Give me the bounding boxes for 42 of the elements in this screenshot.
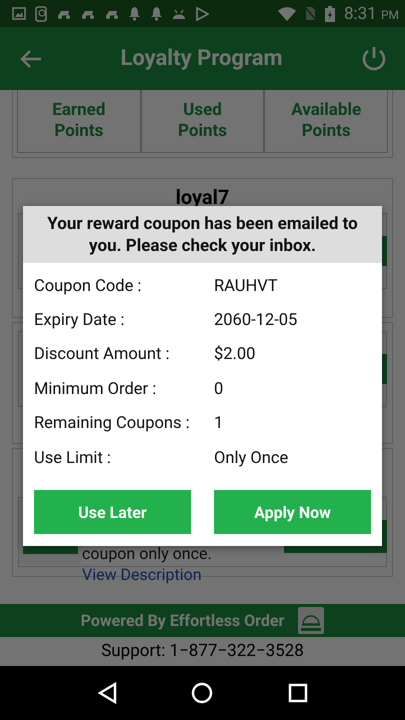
recents-icon[interactable] <box>288 683 308 703</box>
scooter-icon <box>80 8 95 19</box>
phone-icon <box>35 6 47 22</box>
view-description-link[interactable]: View Description <box>82 565 212 584</box>
dialog-message: Your reward coupon has been emailed to you. Please check your inbox. <box>23 206 382 263</box>
coupon-title: loyal7 <box>174 184 230 209</box>
back-icon[interactable] <box>97 682 118 704</box>
screen-title: Loyalty Program <box>119 46 284 71</box>
clock: 8:31 PM <box>344 4 399 24</box>
detail-label: Remaining Coupons : <box>34 414 191 434</box>
detail-value: Only Once <box>214 448 288 468</box>
dialog-button[interactable]: Apply Now <box>214 490 371 534</box>
dialog-button[interactable]: Use Later <box>34 490 191 534</box>
detail-value: 2060-12-05 <box>214 311 298 330</box>
scooter-icon <box>56 8 71 19</box>
detail-value: RAUHVT <box>214 276 278 296</box>
back-arrow-icon[interactable] <box>20 50 42 68</box>
coupon-description: coupon only once. <box>82 544 212 563</box>
detail-value: 1 <box>214 414 224 434</box>
detail-value: 0 <box>214 380 224 399</box>
powered-by-text: Powered By Effortless Order <box>80 611 284 630</box>
android-icon <box>172 8 186 20</box>
detail-value: $2.00 <box>214 345 256 364</box>
cloche-icon <box>298 607 324 634</box>
detail-label: Discount Amount : <box>34 345 170 364</box>
detail-label: Coupon Code : <box>34 276 142 296</box>
detail-label: Use Limit : <box>34 448 112 468</box>
play-icon <box>195 6 209 20</box>
home-icon[interactable] <box>191 682 214 704</box>
power-icon[interactable] <box>361 44 387 72</box>
battery-icon <box>324 6 335 22</box>
points-label[interactable]: Used Points <box>140 90 264 153</box>
no-sim-icon <box>304 6 316 21</box>
image-icon <box>12 7 26 20</box>
points-label[interactable]: Available Points <box>264 90 388 153</box>
detail-label: Minimum Order : <box>34 380 158 399</box>
points-label[interactable]: Earned Points <box>17 90 141 153</box>
detail-label: Expiry Date : <box>34 311 126 330</box>
scooter-icon <box>104 8 119 19</box>
bell-icon <box>128 6 141 21</box>
wifi-icon <box>278 6 296 20</box>
bell-icon <box>150 6 163 21</box>
